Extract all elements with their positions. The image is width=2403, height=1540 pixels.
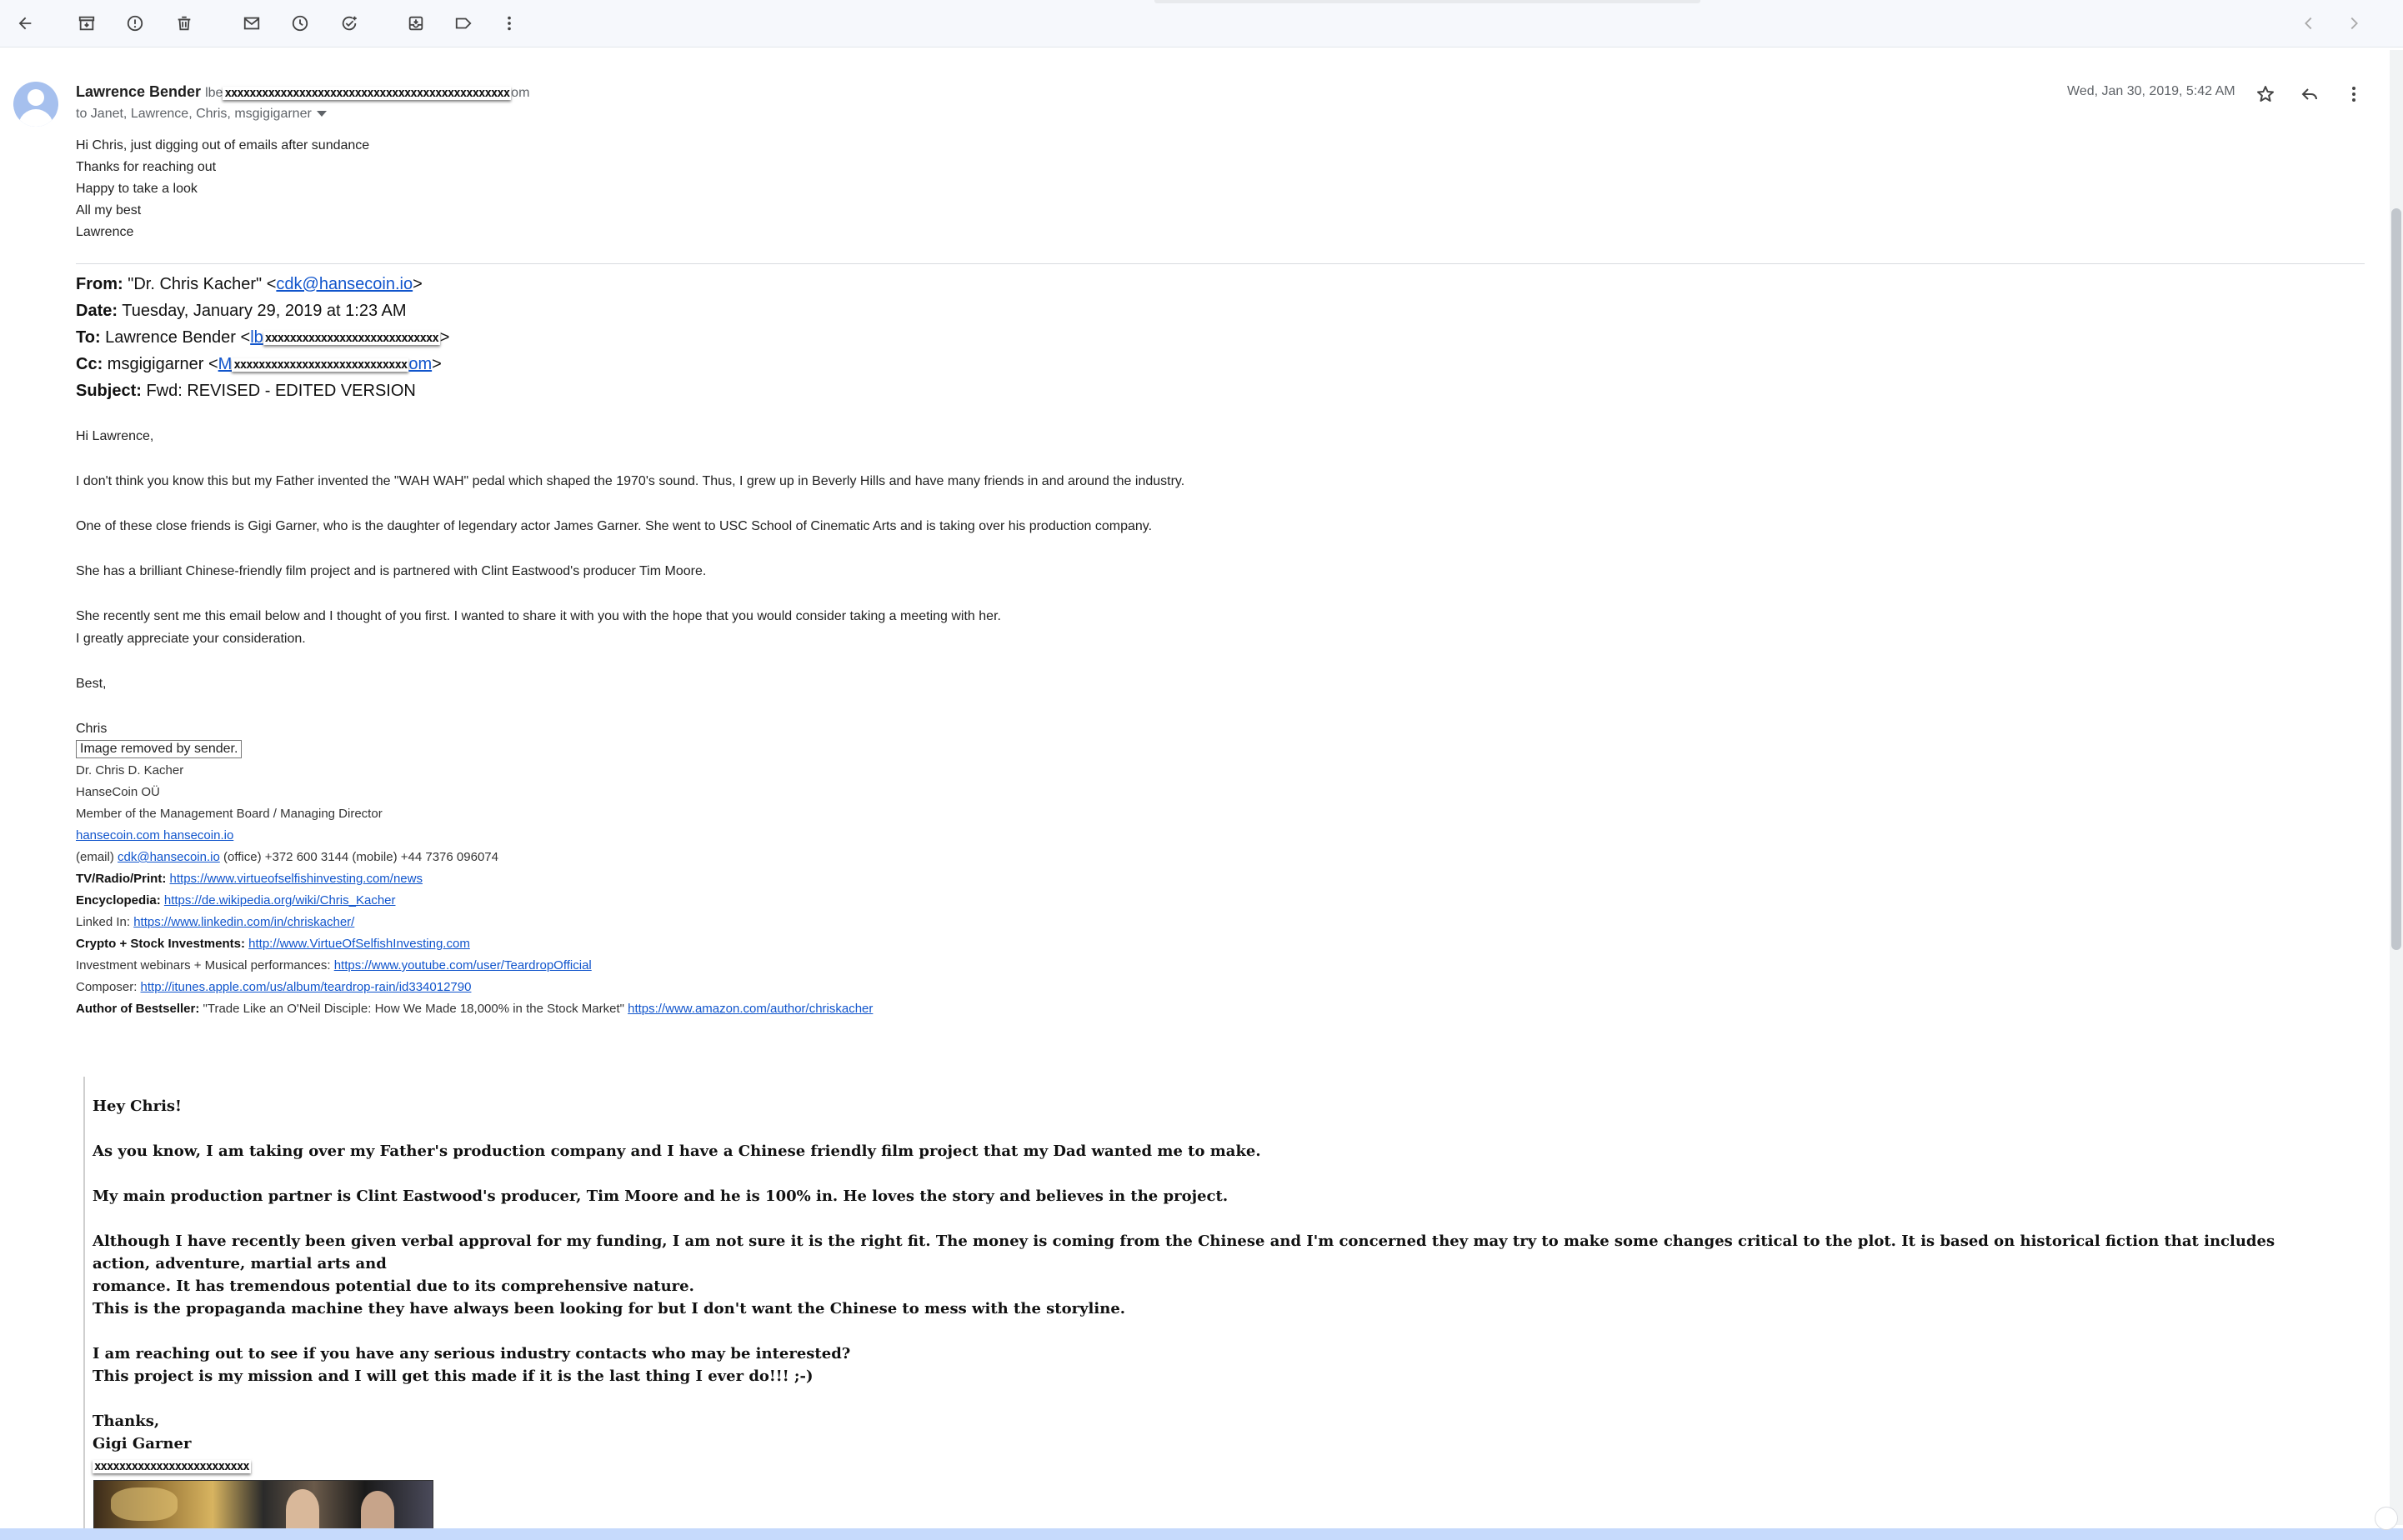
cc-email-link[interactable]: Mxxxxxxxxxxxxxxxxxxxxxxxxxxxx om <box>218 355 432 373</box>
reply-line: Lawrence <box>76 225 134 239</box>
sig-title: Member of the Management Board / Managin… <box>76 807 383 821</box>
toolbar <box>0 0 2403 48</box>
sig-email-link[interactable]: cdk@hansecoin.io <box>118 850 220 864</box>
quoted-line: Thanks, <box>93 1412 160 1430</box>
from-email-link[interactable]: cdk@hansecoin.io <box>276 275 413 293</box>
body-paragraph: One of these close friends is Gigi Garne… <box>76 519 1153 533</box>
reply-line: Thanks for reaching out <box>76 160 217 174</box>
recipients-text: to Janet, Lawrence, Chris, msgigigarner <box>76 107 312 121</box>
snooze-icon[interactable] <box>285 8 315 38</box>
broken-image-icon: Image removed by sender. <box>76 740 243 758</box>
quoted-line: This is the propaganda machine they have… <box>93 1300 1126 1318</box>
redaction: xxxxxxxxxxxxxxxxxxxxxxxxxxxxxxxxxxxxxxxx… <box>223 86 512 100</box>
scrollbar[interactable] <box>2390 50 2403 1525</box>
body-paragraph: She recently sent me this email below an… <box>76 609 1001 623</box>
corner-button[interactable] <box>2375 1507 2398 1530</box>
fwd-cc: Cc: msgigigarner <M xxxxxxxxxxxxxxxxxxxxx… <box>76 355 442 373</box>
add-task-icon[interactable] <box>334 8 364 38</box>
quote-divider <box>76 263 2365 264</box>
reply-line: Hi Chris, just digging out of emails aft… <box>76 138 370 152</box>
scroll-thumb[interactable] <box>2391 208 2401 950</box>
sig-youtube-link[interactable]: https://www.youtube.com/user/TeardropOff… <box>334 958 592 972</box>
sender-name[interactable]: Lawrence Bender <box>76 83 201 100</box>
prev-chevron-icon[interactable] <box>2294 8 2324 38</box>
avatar[interactable] <box>13 82 58 127</box>
mark-unread-icon[interactable] <box>237 8 267 38</box>
move-to-icon[interactable] <box>401 8 431 38</box>
quoted-message: Hey Chris! As you know, I am taking over… <box>93 1095 2326 1478</box>
body-paragraph: I don't think you know this but my Fathe… <box>76 474 1185 488</box>
redaction: xxxxxxxxxxxxxxxxxxxxxxxxxxxx <box>263 331 440 345</box>
report-spam-icon[interactable] <box>120 8 150 38</box>
quoted-line: Gigi Garner <box>93 1435 192 1452</box>
banner-image <box>93 1480 433 1532</box>
body-name: Chris <box>76 722 108 736</box>
reply-line: Happy to take a look <box>76 182 198 196</box>
quoted-line: This project is my mission and I will ge… <box>93 1368 814 1385</box>
fwd-date: Date: Tuesday, January 29, 2019 at 1:23 … <box>76 302 407 320</box>
redaction: xxxxxxxxxxxxxxxxxxxxxxxxxxxx <box>232 358 409 372</box>
star-icon[interactable] <box>2251 80 2280 108</box>
quoted-line: My main production partner is Clint East… <box>93 1188 1229 1205</box>
quoted-line: I am reaching out to see if you have any… <box>93 1345 851 1362</box>
body-paragraph: She has a brilliant Chinese-friendly fil… <box>76 564 707 578</box>
fwd-to: To: Lawrence Bender <lb xxxxxxxxxxxxxxxxx… <box>76 328 450 347</box>
body-closing: Best, <box>76 677 107 691</box>
sender-line: Lawrence Bender lbe xxxxxxxxxxxxxxxxxxxxx… <box>76 83 529 101</box>
sig-itunes-link[interactable]: http://itunes.apple.com/us/album/teardro… <box>141 980 472 994</box>
sig-contact: (email) cdk@hansecoin.io (office) +372 6… <box>76 850 498 864</box>
sig-wiki-link[interactable]: https://de.wikipedia.org/wiki/Chris_Kach… <box>164 893 396 908</box>
bottom-bar <box>0 1528 2403 1540</box>
fwd-subject: Subject: Fwd: REVISED - EDITED VERSION <box>76 382 416 400</box>
sender-email: lbe xxxxxxxxxxxxxxxxxxxxxxxxxxxxxxxxxxxxx… <box>205 86 530 100</box>
reply-line: All my best <box>76 203 142 218</box>
quoted-line: As you know, I am taking over my Father'… <box>93 1142 1261 1160</box>
next-chevron-icon[interactable] <box>2339 8 2369 38</box>
more-vert-icon[interactable] <box>494 8 524 38</box>
quoted-line: Although I have recently been given verb… <box>93 1232 2275 1272</box>
quoted-line: romance. It has tremendous potential due… <box>93 1278 694 1295</box>
recipients-dropdown[interactable]: to Janet, Lawrence, Chris, msgigigarner <box>76 107 327 122</box>
quoted-line: Hey Chris! <box>93 1098 182 1115</box>
body-paragraph: I greatly appreciate your consideration. <box>76 632 306 646</box>
reply-body: Hi Chris, just digging out of emails aft… <box>76 135 369 243</box>
forwarded-header: From: "Dr. Chris Kacher" <cdk@hansecoin.… <box>76 271 449 404</box>
message-more-icon[interactable] <box>2340 80 2368 108</box>
fwd-from: From: "Dr. Chris Kacher" <cdk@hansecoin.… <box>76 275 423 293</box>
sig-tv-link[interactable]: https://www.virtueofselfishinvesting.com… <box>170 872 423 886</box>
sig-investing-link[interactable]: http://www.VirtueOfSelfishInvesting.com <box>248 937 470 951</box>
sig-website-link[interactable]: hansecoin.com hansecoin.io <box>76 828 233 842</box>
body-greeting: Hi Lawrence, <box>76 429 154 443</box>
sig-linkedin-link[interactable]: https://www.linkedin.com/in/chriskacher/ <box>133 915 354 929</box>
sig-amazon-link[interactable]: https://www.amazon.com/author/chriskache… <box>628 1002 873 1016</box>
delete-icon[interactable] <box>169 8 199 38</box>
label-icon[interactable] <box>448 8 478 38</box>
reply-icon[interactable] <box>2295 80 2324 108</box>
to-email-link[interactable]: lb xxxxxxxxxxxxxxxxxxxxxxxxxxxx <box>250 328 440 347</box>
archive-icon[interactable] <box>72 8 102 38</box>
caret-down-icon[interactable] <box>316 111 327 118</box>
sig-name: Dr. Chris D. Kacher <box>76 763 184 778</box>
message-body: Hi Lawrence, I don't think you know this… <box>76 425 2326 740</box>
signature: Image removed by sender. Dr. Chris D. Ka… <box>76 740 874 1016</box>
redaction: xxxxxxxxxxxxxxxxxxxxxxxxx <box>93 1460 251 1473</box>
back-arrow-icon[interactable] <box>10 8 40 38</box>
notification-strip <box>1154 0 1700 3</box>
message-date: Wed, Jan 30, 2019, 5:42 AM <box>2067 84 2235 98</box>
sig-company: HanseCoin OÜ <box>76 785 160 799</box>
